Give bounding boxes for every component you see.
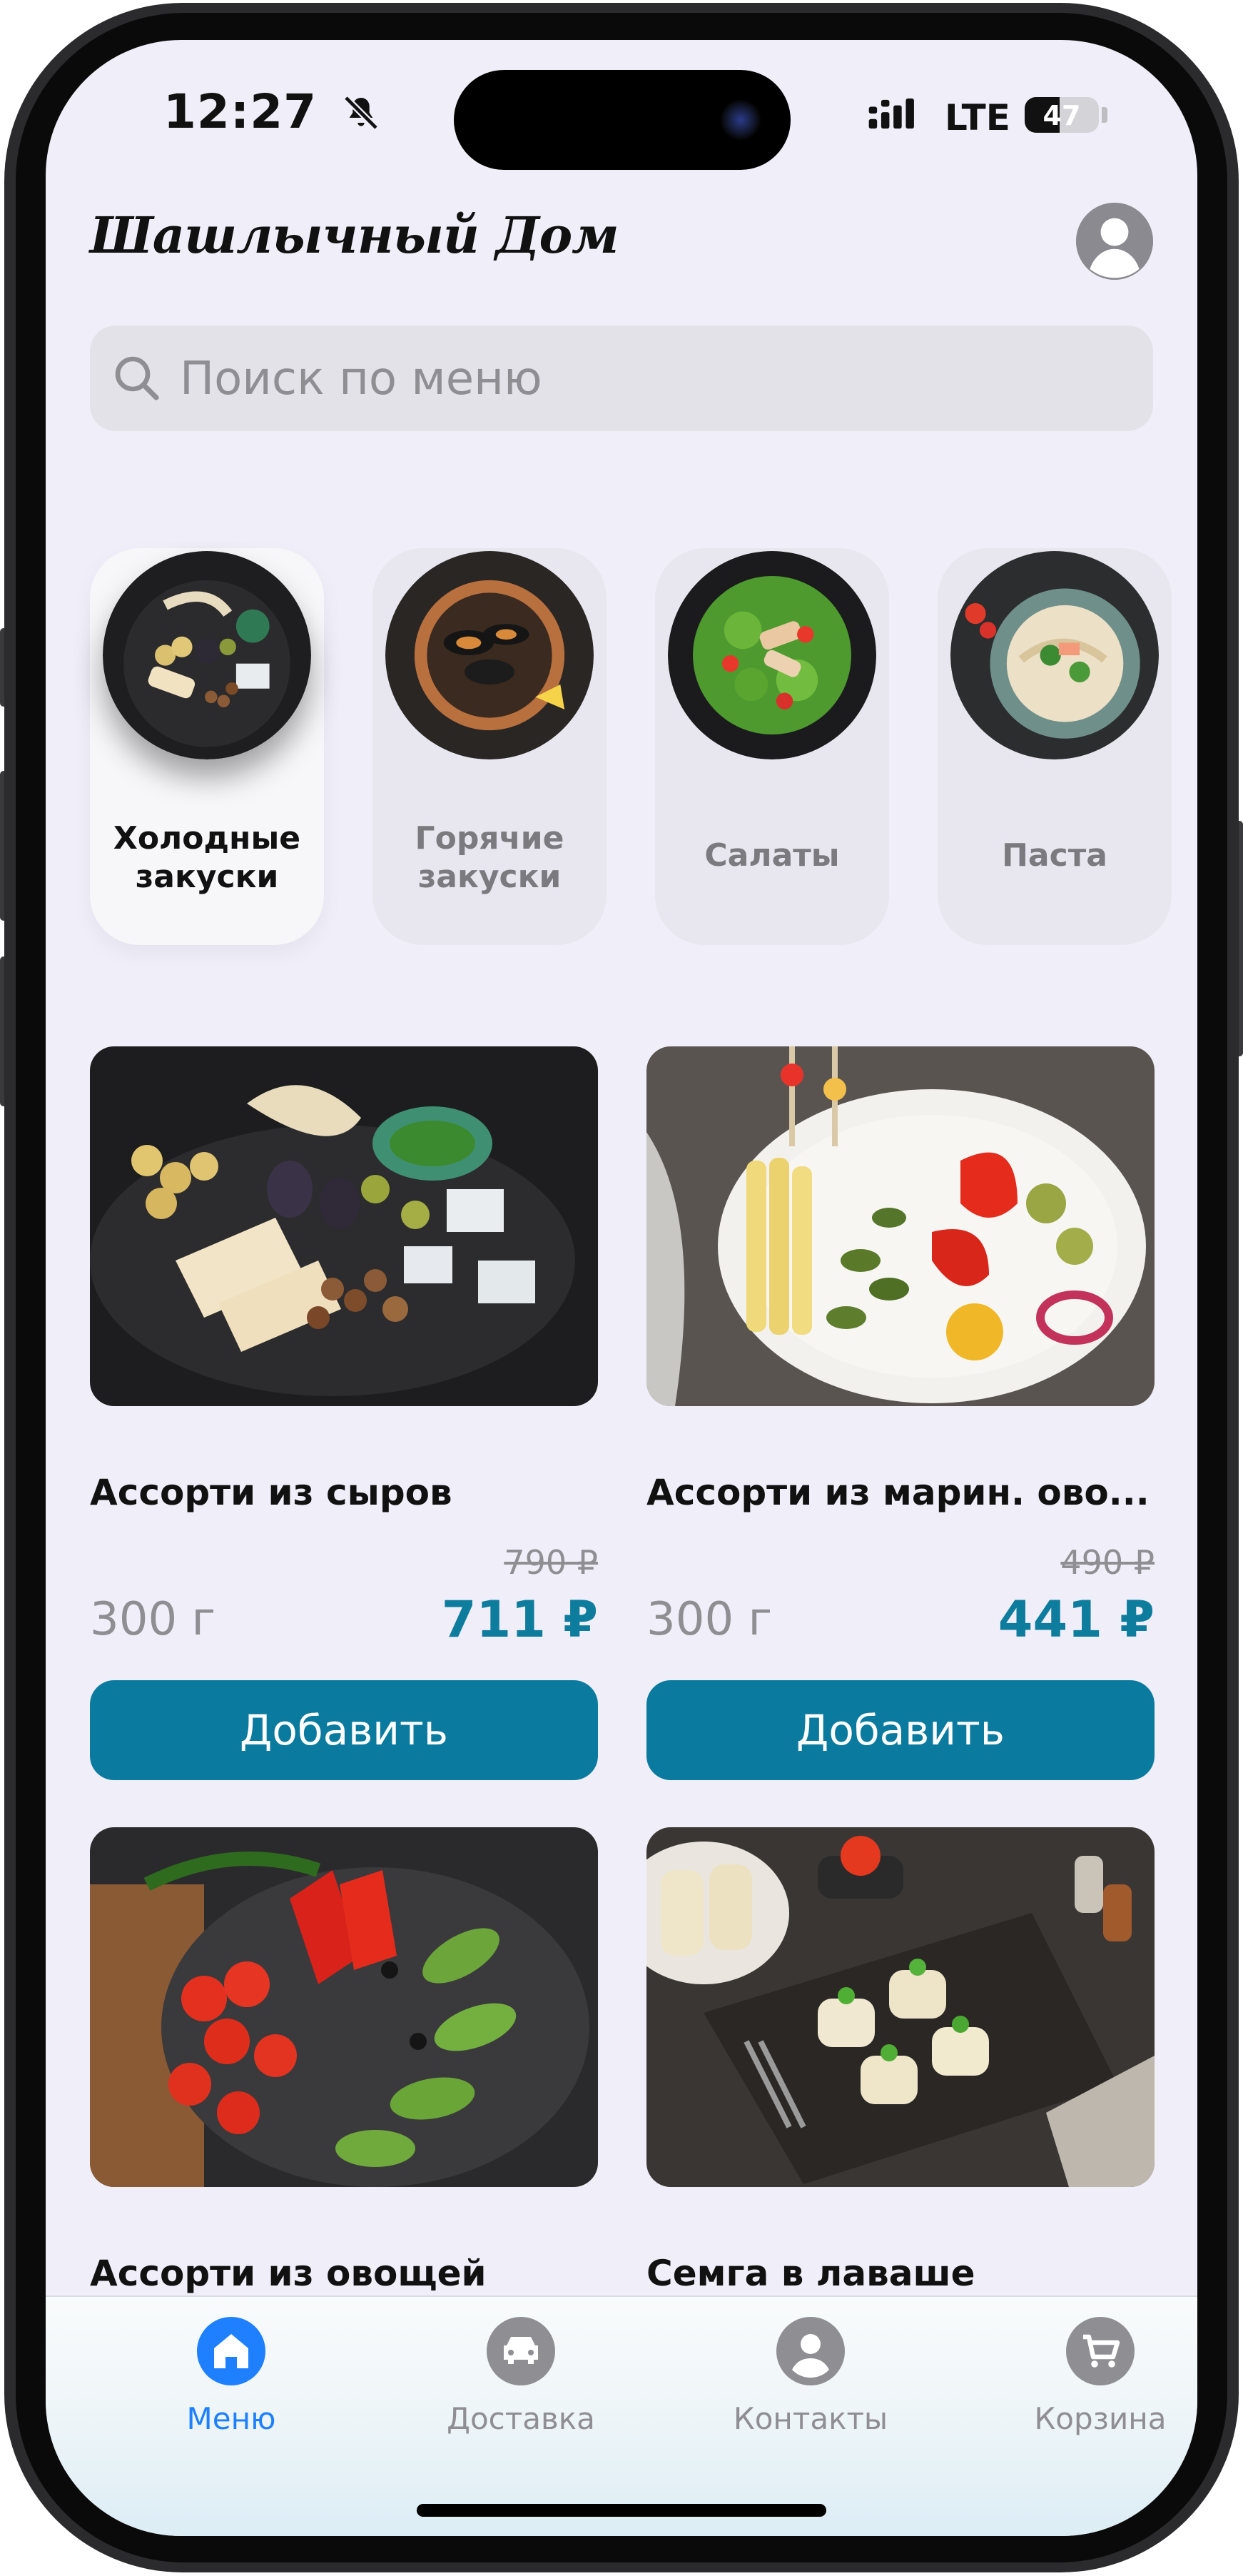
old-price: 490 ₽	[1060, 1543, 1155, 1582]
product-card[interactable]: Семга в лаваше	[646, 1827, 1155, 2327]
category-image	[668, 551, 876, 759]
tab-contacts[interactable]: Контакты	[704, 2317, 918, 2445]
search-input[interactable]	[178, 348, 1123, 410]
app-logo: Шашлычный Дом	[90, 206, 619, 265]
product-title: Ассорти из сыров	[90, 1472, 452, 1513]
network-type: LTE	[945, 97, 1010, 138]
category-image	[385, 551, 594, 759]
phone-frame: 12:27 LTE 47 Шашлычный Дом Поиск по меню…	[0, 0, 1243, 2576]
profile-button[interactable]	[1076, 203, 1153, 280]
car-icon	[487, 2317, 555, 2385]
person-icon	[776, 2317, 845, 2385]
home-indicator	[417, 2504, 826, 2517]
tab-menu[interactable]: Меню	[124, 2317, 338, 2445]
product-image	[646, 1046, 1155, 1406]
battery-level: 47	[1042, 100, 1081, 131]
category-pasta[interactable]: Паста	[938, 548, 1172, 945]
dynamic-island	[454, 70, 791, 170]
add-button-label: Добавить	[796, 1706, 1005, 1754]
tab-bar: Меню Доставка Контакты Корзина	[46, 2295, 1197, 2536]
tab-cart[interactable]: Корзина	[993, 2317, 1197, 2445]
tab-delivery[interactable]: Доставка	[414, 2317, 628, 2445]
cart-icon	[1066, 2317, 1135, 2385]
category-label: Горячие закуски	[415, 820, 564, 895]
front-camera-icon	[721, 100, 761, 140]
product-weight: 300 г	[90, 1593, 216, 1646]
category-label: Холодные закуски	[113, 820, 301, 895]
category-image	[103, 551, 311, 759]
battery-tip	[1102, 107, 1107, 123]
app-screen: 12:27 LTE 47 Шашлычный Дом Поиск по меню…	[46, 40, 1197, 2536]
tab-label: Доставка	[447, 2401, 595, 2436]
avatar-icon	[1076, 203, 1153, 280]
add-button-label: Добавить	[240, 1706, 448, 1754]
product-card[interactable]: Ассорти из сыров 790 ₽ 300 г 711 ₽ Добав…	[90, 1046, 598, 1782]
tab-label: Контакты	[733, 2401, 888, 2436]
category-salads[interactable]: Салаты	[655, 548, 889, 945]
product-image	[90, 1046, 598, 1406]
search-bar[interactable]	[90, 325, 1153, 431]
old-price: 790 ₽	[504, 1543, 598, 1582]
category-label: Паста	[1002, 837, 1107, 874]
product-title: Ассорти из марин. ово...	[646, 1472, 1150, 1513]
home-icon	[197, 2317, 265, 2385]
product-card[interactable]: Ассорти из овощей	[90, 1827, 598, 2327]
product-title: Ассорти из овощей	[90, 2253, 487, 2294]
add-to-cart-button[interactable]: Добавить	[646, 1680, 1155, 1780]
bell-muted-icon	[343, 95, 379, 131]
product-weight: 300 г	[646, 1593, 773, 1646]
search-icon	[115, 356, 159, 400]
signal-icon	[868, 99, 914, 129]
battery-icon: 47	[1025, 97, 1099, 133]
tab-label: Меню	[186, 2401, 276, 2436]
category-image	[950, 551, 1159, 759]
product-title: Семга в лаваше	[646, 2253, 975, 2294]
product-image	[646, 1827, 1155, 2187]
product-price: 441 ₽	[998, 1590, 1155, 1649]
add-to-cart-button[interactable]: Добавить	[90, 1680, 598, 1780]
category-cold-appetizers[interactable]: Холодные закуски	[90, 548, 324, 945]
category-label: Салаты	[704, 837, 840, 874]
status-time: 12:27	[163, 84, 318, 139]
category-hot-appetizers[interactable]: Горячие закуски	[372, 548, 607, 945]
product-price: 711 ₽	[441, 1590, 598, 1649]
product-image	[90, 1827, 598, 2187]
product-card[interactable]: Ассорти из марин. ово... 490 ₽ 300 г 441…	[646, 1046, 1155, 1782]
tab-label: Корзина	[1034, 2401, 1167, 2436]
